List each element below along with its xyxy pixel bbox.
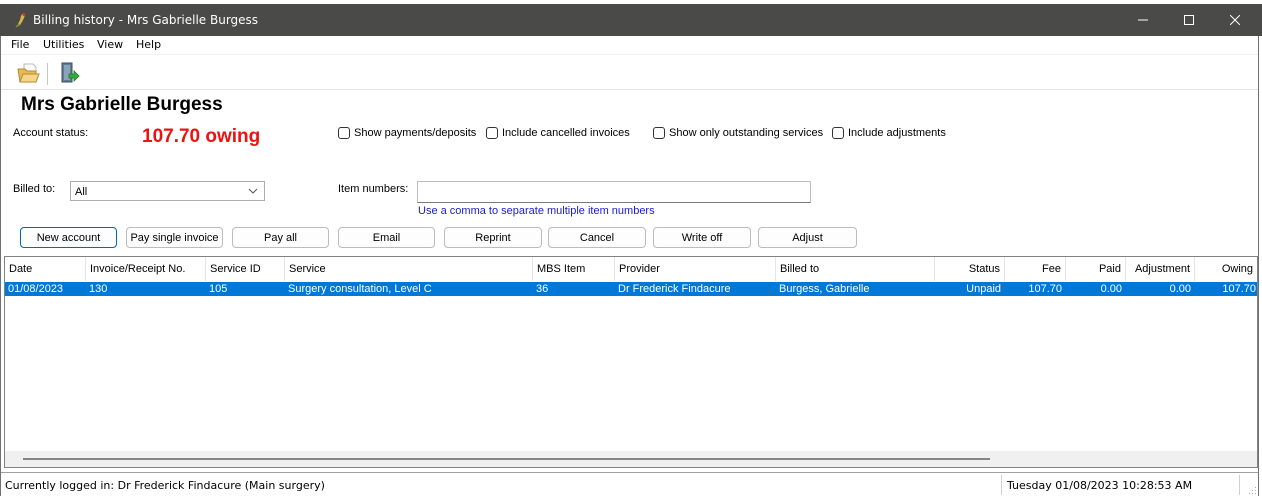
- cell-billed-to: Burgess, Gabrielle: [779, 283, 870, 295]
- include-adjustments-checkbox[interactable]: Include adjustments: [832, 127, 946, 139]
- item-numbers-hint: Use a comma to separate multiple item nu…: [418, 205, 655, 217]
- pay-single-invoice-button[interactable]: Pay single invoice: [126, 227, 223, 248]
- status-separator: [1001, 475, 1002, 495]
- window-title: Billing history - Mrs Gabrielle Burgess: [33, 13, 259, 27]
- write-off-button[interactable]: Write off: [653, 227, 751, 248]
- checkbox-box[interactable]: [338, 127, 350, 139]
- checkbox-label: Show payments/deposits: [354, 127, 477, 139]
- patient-name: Mrs Gabrielle Burgess: [21, 94, 223, 115]
- exit-door-icon: [61, 62, 80, 83]
- column-header-fee[interactable]: Fee: [1005, 257, 1066, 281]
- cell-fee: 107.70: [1028, 283, 1062, 295]
- column-header-adjustment[interactable]: Adjustment: [1126, 257, 1195, 281]
- maximize-icon: [1184, 15, 1194, 25]
- cell-provider: Dr Frederick Findacure: [618, 283, 731, 295]
- menu-bar: File Utilities View Help: [1, 36, 1258, 54]
- title-bar: Billing history - Mrs Gabrielle Burgess: [0, 4, 1262, 36]
- checkbox-label: Show only outstanding services: [669, 127, 824, 139]
- cell-invoice: 130: [89, 283, 108, 295]
- exit-button[interactable]: [57, 61, 83, 85]
- cell-service: Surgery consultation, Level C: [288, 283, 432, 295]
- show-payments-checkbox[interactable]: Show payments/deposits: [338, 127, 476, 139]
- status-bar: Currently logged in: Dr Frederick Findac…: [1, 472, 1258, 496]
- toolbar-separator: [47, 63, 48, 85]
- column-header-owing[interactable]: Owing: [1195, 257, 1257, 281]
- menu-view[interactable]: View: [97, 38, 123, 51]
- billed-to-label: Billed to:: [13, 183, 56, 195]
- menu-utilities[interactable]: Utilities: [43, 38, 84, 51]
- checkbox-box[interactable]: [832, 127, 844, 139]
- column-header-provider[interactable]: Provider: [615, 257, 776, 281]
- resize-grip-icon[interactable]: [1247, 485, 1257, 495]
- open-button[interactable]: [16, 61, 42, 85]
- cell-owing: 107.70: [1222, 283, 1256, 295]
- account-status-label: Account status:: [13, 127, 89, 139]
- checkbox-box[interactable]: [486, 127, 498, 139]
- cell-date: 01/08/2023: [8, 283, 64, 295]
- billed-to-select[interactable]: All: [70, 181, 265, 201]
- checkbox-label: Include adjustments: [848, 127, 946, 139]
- close-button[interactable]: [1212, 4, 1258, 36]
- scrollbar-thumb[interactable]: [23, 458, 990, 460]
- item-numbers-label: Item numbers:: [338, 183, 409, 195]
- cell-adjustment: 0.00: [1169, 283, 1191, 295]
- column-header-paid[interactable]: Paid: [1066, 257, 1126, 281]
- close-icon: [1230, 15, 1240, 25]
- new-account-button[interactable]: New account: [20, 227, 117, 248]
- reprint-button[interactable]: Reprint: [444, 227, 542, 248]
- logged-in-status: Currently logged in: Dr Frederick Findac…: [5, 479, 325, 492]
- item-numbers-input[interactable]: [417, 181, 811, 203]
- email-button[interactable]: Email: [338, 227, 435, 248]
- column-header-status[interactable]: Status: [935, 257, 1005, 281]
- column-header-service-id[interactable]: Service ID: [206, 257, 285, 281]
- checkbox-label: Include cancelled invoices: [502, 127, 630, 139]
- column-header-mbs-item[interactable]: MBS Item: [533, 257, 615, 281]
- pay-all-button[interactable]: Pay all: [232, 227, 329, 248]
- status-separator: [1239, 475, 1240, 495]
- billed-to-value: All: [75, 186, 88, 198]
- cancel-button[interactable]: Cancel: [548, 227, 646, 248]
- adjust-button[interactable]: Adjust: [758, 227, 857, 248]
- table-row[interactable]: 01/08/2023 130 105 Surgery consultation,…: [5, 282, 1257, 296]
- column-header-billed-to[interactable]: Billed to: [776, 257, 935, 281]
- minimize-button[interactable]: [1120, 4, 1166, 36]
- billing-table[interactable]: Date Invoice/Receipt No. Service ID Serv…: [4, 256, 1258, 468]
- show-outstanding-checkbox[interactable]: Show only outstanding services: [653, 127, 823, 139]
- include-cancelled-checkbox[interactable]: Include cancelled invoices: [486, 127, 630, 139]
- datetime-status: Tuesday 01/08/2023 10:28:53 AM: [1007, 479, 1193, 492]
- chevron-down-icon: [248, 188, 258, 194]
- cell-paid: 0.00: [1100, 283, 1122, 295]
- cell-mbs-item: 36: [536, 283, 549, 295]
- minimize-icon: [1138, 19, 1148, 21]
- menu-file[interactable]: File: [11, 38, 29, 51]
- menu-help[interactable]: Help: [136, 38, 161, 51]
- column-header-service[interactable]: Service: [285, 257, 533, 281]
- app-bird-icon: [15, 13, 26, 28]
- open-folder-icon: [17, 63, 40, 83]
- cell-service-id: 105: [209, 283, 228, 295]
- checkbox-box[interactable]: [653, 127, 665, 139]
- horizontal-scrollbar[interactable]: [5, 451, 1257, 467]
- maximize-button[interactable]: [1166, 4, 1212, 36]
- column-header-invoice[interactable]: Invoice/Receipt No.: [86, 257, 206, 281]
- table-header: Date Invoice/Receipt No. Service ID Serv…: [5, 257, 1257, 281]
- cell-status: Unpaid: [966, 283, 1001, 295]
- account-status-value: 107.70 owing: [142, 126, 261, 147]
- column-header-date[interactable]: Date: [5, 257, 86, 281]
- toolbar: [1, 54, 1258, 90]
